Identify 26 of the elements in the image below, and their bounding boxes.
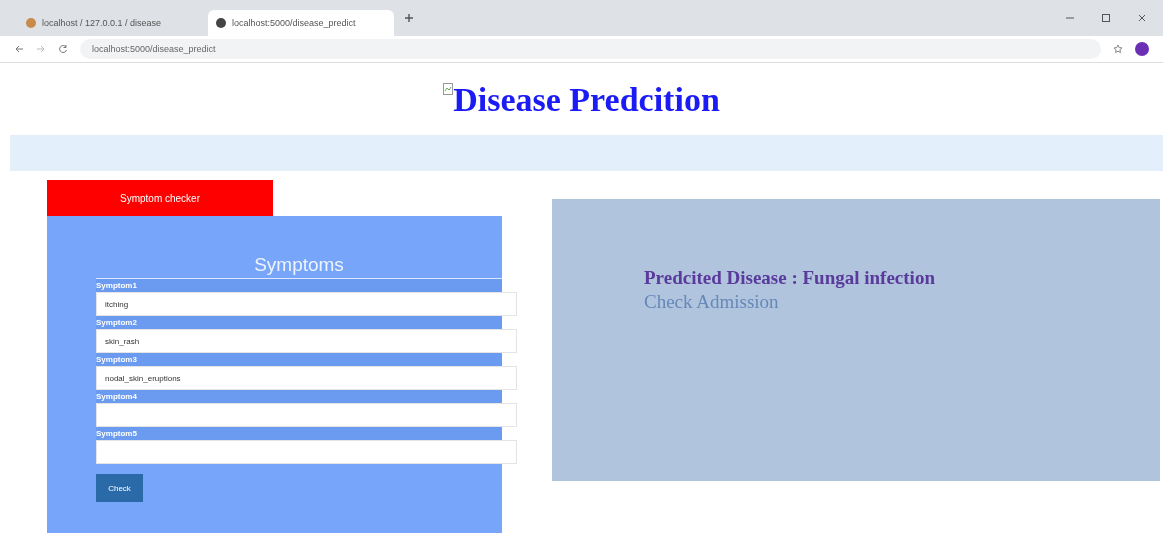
address-field[interactable]: localhost:5000/disease_predict (80, 39, 1101, 59)
page-title: Disease Predcition (453, 81, 720, 119)
input-field[interactable]: nodal_skin_eruptions (96, 366, 517, 390)
field-label: Symptom1 (96, 279, 502, 292)
field-label: Symptom4 (96, 390, 502, 403)
back-icon[interactable] (14, 44, 24, 54)
tab[interactable]: Symptom checker (47, 180, 273, 216)
input-field[interactable]: itching (96, 292, 517, 316)
star-icon[interactable] (1113, 44, 1123, 54)
input-field[interactable]: skin_rash (96, 329, 517, 353)
field-label: Symptom2 (96, 316, 502, 329)
plus-icon[interactable] (404, 13, 414, 23)
input-field[interactable] (96, 403, 517, 427)
browser-tab[interactable]: localhost:5000/disease_predict (208, 10, 394, 36)
maximize-icon[interactable] (1101, 13, 1111, 23)
field-label: Symptom5 (96, 427, 502, 440)
prediction-text: Predcited Disease : Fungal infection (644, 267, 936, 289)
field-label: Symptom3 (96, 353, 502, 366)
check-button[interactable]: Check (96, 474, 143, 502)
input-field[interactable] (96, 440, 517, 464)
profile-avatar[interactable] (1135, 42, 1149, 56)
broken-image-icon (443, 83, 454, 95)
favicon-icon (216, 18, 226, 28)
favicon-icon (26, 18, 36, 28)
reload-icon[interactable] (58, 44, 68, 54)
close-icon[interactable] (1137, 13, 1147, 23)
